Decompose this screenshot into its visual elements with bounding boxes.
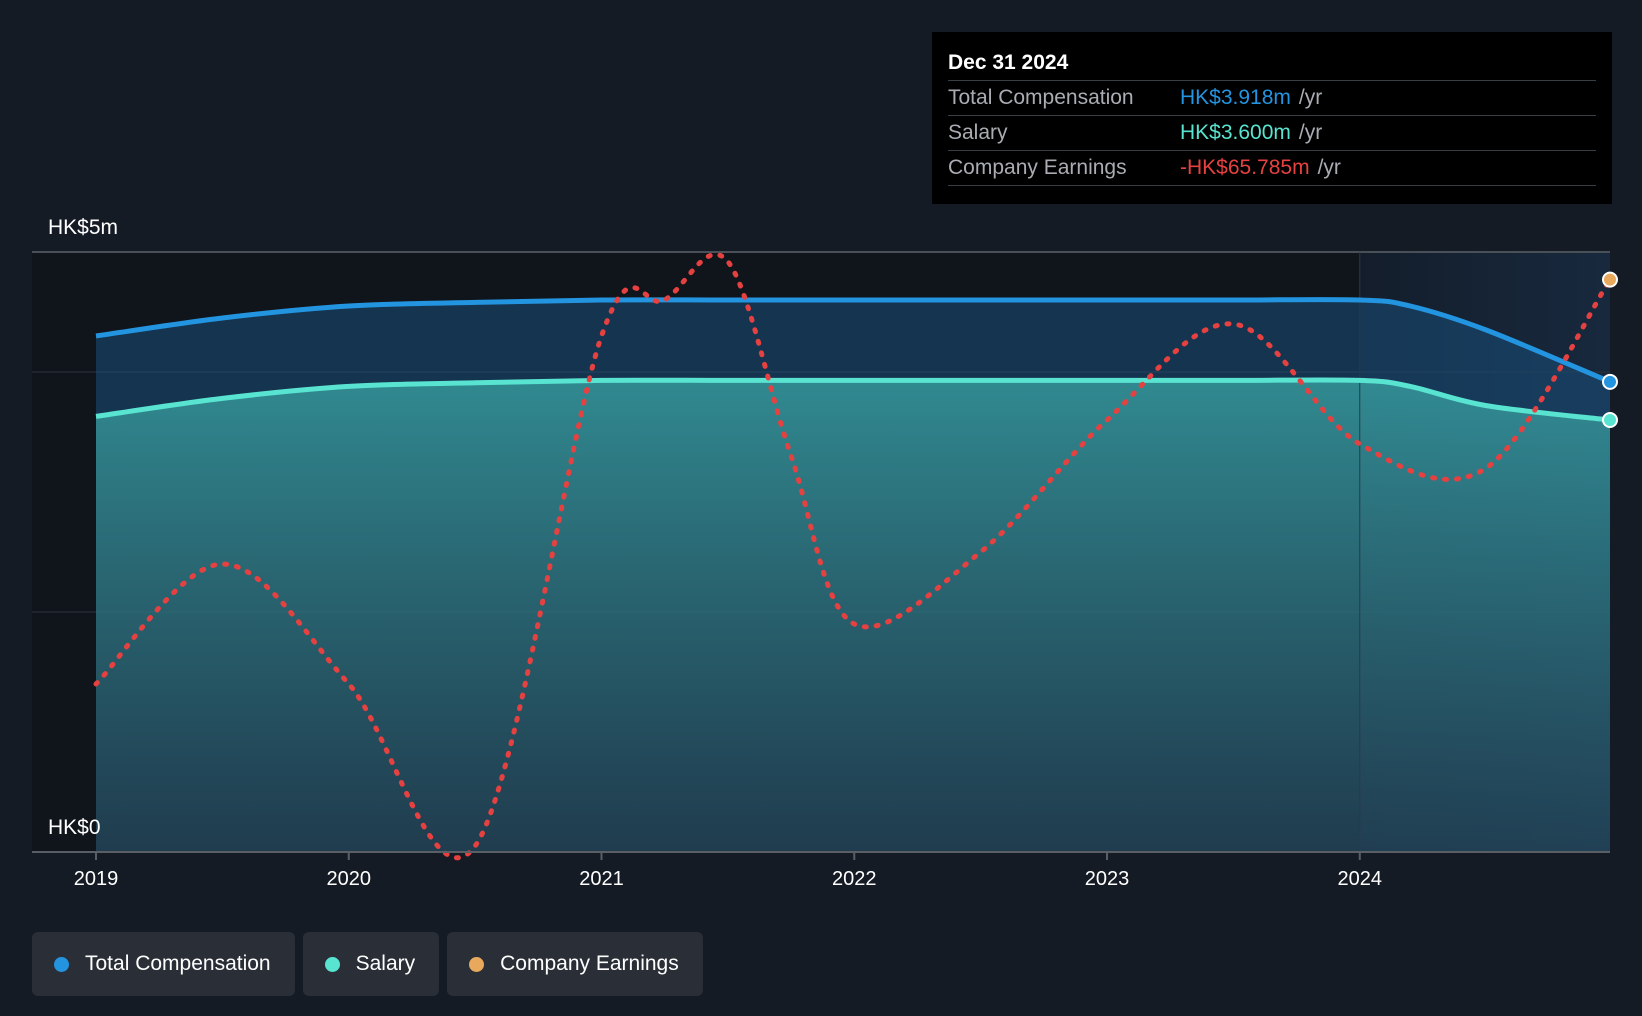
legend-item-salary[interactable]: Salary xyxy=(302,932,440,996)
x-tick-label: 2024 xyxy=(1338,868,1383,890)
x-tick-label: 2020 xyxy=(327,868,372,890)
legend-dot-icon xyxy=(469,956,485,972)
x-axis-ticks: 2019 2020 2021 2022 2023 2024 xyxy=(74,852,1382,890)
tooltip-label: Company Earnings xyxy=(948,156,1127,179)
x-tick-label: 2021 xyxy=(579,868,624,890)
tooltip-label: Salary xyxy=(948,121,1008,144)
tooltip-value: -HK$65.785m xyxy=(1180,156,1310,179)
tooltip-unit: /yr xyxy=(1298,121,1323,144)
legend-label: Total Compensation xyxy=(85,952,271,975)
tooltip-date: Dec 31 2024 xyxy=(948,51,1069,74)
legend-item-total-compensation[interactable]: Total Compensation xyxy=(32,932,295,996)
tooltip-label: Total Compensation xyxy=(948,86,1134,109)
legend-item-company-earnings[interactable]: Company Earnings xyxy=(447,932,703,996)
tooltip-value: HK$3.918m xyxy=(1180,86,1291,109)
tooltip-row-company-earnings: Company Earnings -HK$65.785m /yr xyxy=(948,150,1596,186)
tooltip-value: HK$3.600m xyxy=(1180,121,1291,144)
x-tick-label: 2023 xyxy=(1085,868,1130,890)
legend-label: Company Earnings xyxy=(500,952,679,975)
y-axis-bottom-label: HK$0 xyxy=(48,816,101,839)
tooltip: Dec 31 2024 Total Compensation HK$3.918m… xyxy=(932,32,1612,204)
legend-dot-icon xyxy=(54,956,69,972)
tooltip-row-salary: Salary HK$3.600m /yr xyxy=(948,115,1596,150)
total-compensation-end-marker xyxy=(1602,373,1618,390)
tooltip-unit: /yr xyxy=(1317,156,1341,179)
legend-label: Salary xyxy=(355,952,416,975)
x-tick-label: 2019 xyxy=(74,868,119,890)
y-axis-top-label: HK$5m xyxy=(48,216,119,239)
company-earnings-end-marker xyxy=(1602,271,1618,288)
salary-end-marker xyxy=(1602,412,1618,428)
x-tick-label: 2022 xyxy=(832,868,877,890)
tooltip-unit: /yr xyxy=(1298,86,1323,109)
tooltip-row-total-compensation: Total Compensation HK$3.918m /yr xyxy=(948,80,1596,115)
legend: Total Compensation Salary Company Earnin… xyxy=(32,932,703,996)
salary-area xyxy=(96,379,1610,852)
legend-dot-icon xyxy=(324,956,340,972)
